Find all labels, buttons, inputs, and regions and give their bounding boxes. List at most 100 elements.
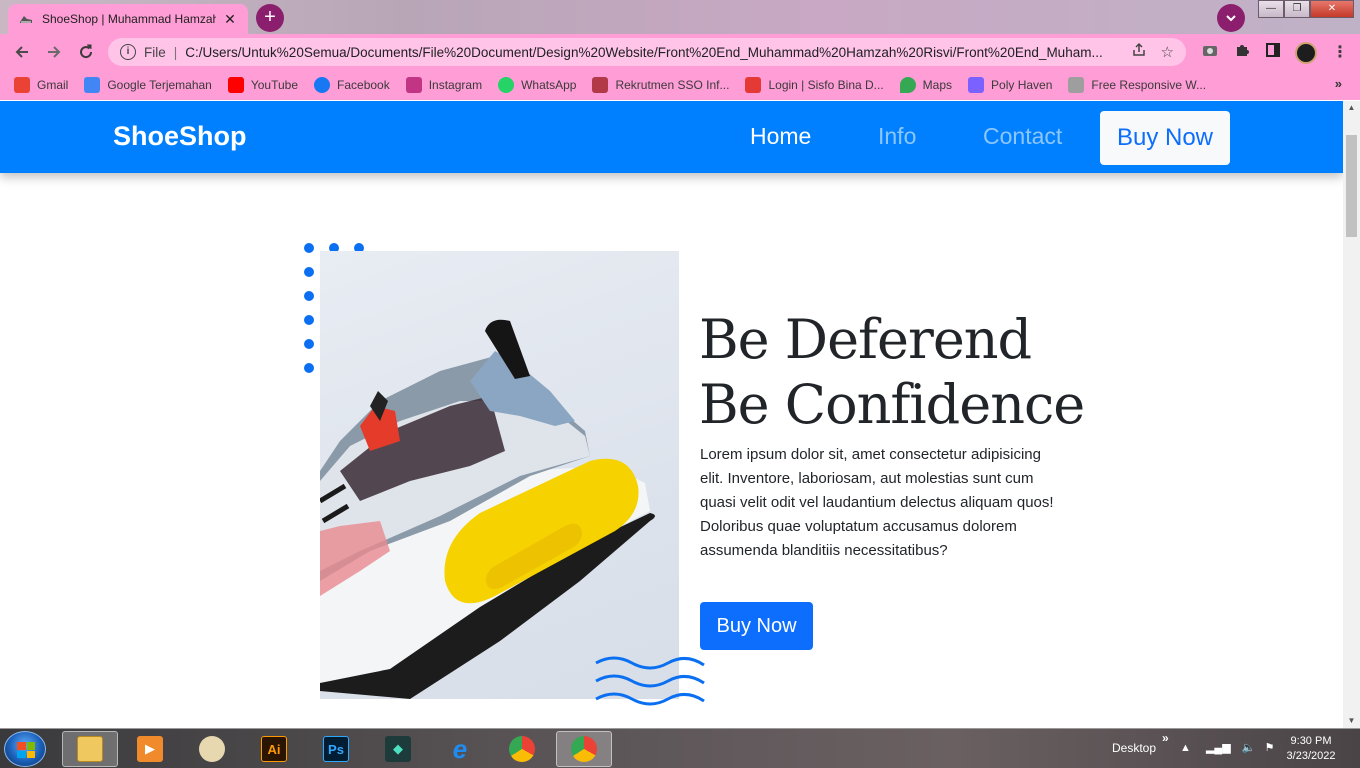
address-bar[interactable]: i File | C:/Users/Untuk%20Semua/Document… <box>108 38 1186 66</box>
page-viewport: ShoeShop Home Info Contact Buy Now Be De… <box>0 101 1343 728</box>
shoe-favicon-icon <box>18 11 34 27</box>
photoshop-icon: Ps <box>323 736 349 762</box>
start-button[interactable] <box>4 731 46 767</box>
google-translate-icon <box>84 77 101 93</box>
hero-title-line1: Be Deferend <box>699 308 1032 371</box>
scroll-up-arrow-icon[interactable]: ▲ <box>1343 101 1360 115</box>
new-tab-button[interactable]: + <box>256 4 284 32</box>
free-responsive-icon <box>1068 77 1085 93</box>
navbar-buy-now-button[interactable]: Buy Now <box>1100 111 1230 165</box>
taskbar-illustrator[interactable]: Ai <box>246 731 302 767</box>
taskbar-photoshop[interactable]: Ps <box>308 731 364 767</box>
bookmark-star-icon[interactable]: ☆ <box>1161 43 1174 61</box>
tab-close-icon[interactable]: ✕ <box>222 11 238 28</box>
taskbar-media-player[interactable]: ▶ <box>122 731 178 767</box>
hero-buy-now-button[interactable]: Buy Now <box>700 602 813 650</box>
bookmark-facebook[interactable]: Facebook <box>314 77 390 93</box>
forward-arrow-icon[interactable] <box>42 40 66 64</box>
bookmark-poly-haven[interactable]: Poly Haven <box>968 77 1052 93</box>
browser-tab[interactable]: ShoeShop | Muhammad Hamzah ✕ <box>8 4 248 34</box>
poly-haven-icon <box>968 77 985 93</box>
profile-avatar[interactable] <box>1295 42 1317 64</box>
decorative-waves <box>595 656 705 706</box>
chrome-profile-icon <box>571 736 597 762</box>
windows-taskbar: ▶ Ai Ps ◆ e Desktop » ▲ ▂▄▆ 🔈 ⚑ 9:30 PM … <box>0 728 1360 768</box>
side-panel-icon[interactable] <box>1265 42 1281 63</box>
bookmarks-more-icon[interactable]: » <box>1335 76 1342 91</box>
paint-palette-icon <box>199 736 225 762</box>
bookmark-free-responsive[interactable]: Free Responsive W... <box>1068 77 1206 93</box>
share-icon[interactable] <box>1131 42 1147 62</box>
bookmark-maps[interactable]: Maps <box>899 77 952 93</box>
system-tray: ▲ ▂▄▆ 🔈 ⚑ <box>1180 741 1274 754</box>
site-navbar: ShoeShop Home Info Contact Buy Now <box>0 101 1343 173</box>
browser-toolbar: i File | C:/Users/Untuk%20Semua/Document… <box>0 34 1360 70</box>
taskbar-chrome-active[interactable] <box>556 731 612 767</box>
system-clock[interactable]: 9:30 PM 3/23/2022 <box>1280 734 1342 764</box>
illustrator-icon: Ai <box>261 736 287 762</box>
network-signal-icon[interactable]: ▂▄▆ <box>1206 742 1231 754</box>
filmora-icon: ◆ <box>385 736 411 762</box>
window-close-button[interactable]: ✕ <box>1310 0 1354 18</box>
hero-shoe-image <box>320 251 679 699</box>
window-controls: — ❐ ✕ <box>1258 0 1354 18</box>
bookmark-gmail[interactable]: Gmail <box>14 77 68 93</box>
facebook-icon <box>314 77 331 93</box>
bookmark-rekrutmen[interactable]: Rekrutmen SSO Inf... <box>592 77 729 93</box>
scroll-thumb[interactable] <box>1346 135 1357 237</box>
volume-icon[interactable]: 🔈 <box>1242 742 1256 754</box>
bookmark-whatsapp[interactable]: WhatsApp <box>498 77 576 93</box>
url-separator: | <box>173 44 178 60</box>
taskbar-explorer[interactable] <box>62 731 118 767</box>
tab-search-button[interactable] <box>1217 4 1245 32</box>
back-arrow-icon[interactable] <box>10 40 34 64</box>
page-scrollbar[interactable]: ▲ ▼ <box>1343 101 1360 728</box>
bookmarks-bar: Gmail Google Terjemahan YouTube Facebook… <box>0 70 1360 100</box>
desktop-toolbar-label[interactable]: Desktop <box>1112 741 1156 755</box>
bookmark-sisfo[interactable]: Login | Sisfo Bina D... <box>745 77 884 93</box>
hero-title-line2: Be Confidence <box>699 373 1085 436</box>
taskbar-chrome[interactable] <box>494 731 550 767</box>
brand-logo[interactable]: ShoeShop <box>113 121 247 152</box>
extensions-puzzle-icon[interactable] <box>1234 42 1250 63</box>
toolbar-expand-icon[interactable]: » <box>1162 731 1169 745</box>
hero-title: Be Deferend Be Confidence <box>699 307 1085 437</box>
tab-strip: ShoeShop | Muhammad Hamzah ✕ + — ❐ ✕ <box>0 0 1360 34</box>
folder-icon <box>77 736 103 762</box>
clock-date: 3/23/2022 <box>1286 750 1336 762</box>
minimize-button[interactable]: — <box>1258 0 1284 18</box>
instagram-icon <box>405 77 422 93</box>
bookmark-google-translate[interactable]: Google Terjemahan <box>84 77 212 93</box>
taskbar-internet-explorer[interactable]: e <box>432 731 488 767</box>
nav-link-home[interactable]: Home <box>750 123 811 150</box>
tab-title: ShoeShop | Muhammad Hamzah <box>42 12 216 26</box>
windows-logo-icon <box>17 742 35 758</box>
internet-explorer-icon: e <box>452 733 468 764</box>
nav-link-info[interactable]: Info <box>878 123 916 150</box>
scroll-down-arrow-icon[interactable]: ▼ <box>1343 714 1360 728</box>
bookmark-youtube[interactable]: YouTube <box>227 77 298 93</box>
url-scheme: File <box>144 44 166 60</box>
menu-kebab-icon[interactable]: ⋮ <box>1332 42 1348 62</box>
media-player-icon: ▶ <box>137 736 163 762</box>
camera-icon[interactable] <box>1202 42 1218 63</box>
action-center-icon[interactable]: ⚑ <box>1265 742 1275 754</box>
bookmark-instagram[interactable]: Instagram <box>405 77 482 93</box>
taskbar-paint[interactable] <box>184 731 240 767</box>
sisfo-icon <box>745 77 762 93</box>
clock-time: 9:30 PM <box>1290 735 1332 747</box>
maximize-button[interactable]: ❐ <box>1284 0 1310 18</box>
nav-link-contact[interactable]: Contact <box>983 123 1062 150</box>
chrome-icon <box>509 736 535 762</box>
youtube-icon <box>227 77 244 93</box>
whatsapp-icon <box>498 77 515 93</box>
taskbar-filmora[interactable]: ◆ <box>370 731 426 767</box>
gmail-icon <box>14 77 30 93</box>
tray-expand-icon[interactable]: ▲ <box>1180 742 1191 754</box>
maps-icon <box>899 77 916 93</box>
rekrutmen-icon <box>592 77 609 93</box>
hero-description: Lorem ipsum dolor sit, amet consectetur … <box>700 446 1054 559</box>
info-icon[interactable]: i <box>120 44 136 60</box>
url-text[interactable]: C:/Users/Untuk%20Semua/Documents/File%20… <box>185 45 1116 60</box>
reload-icon[interactable] <box>74 40 98 64</box>
